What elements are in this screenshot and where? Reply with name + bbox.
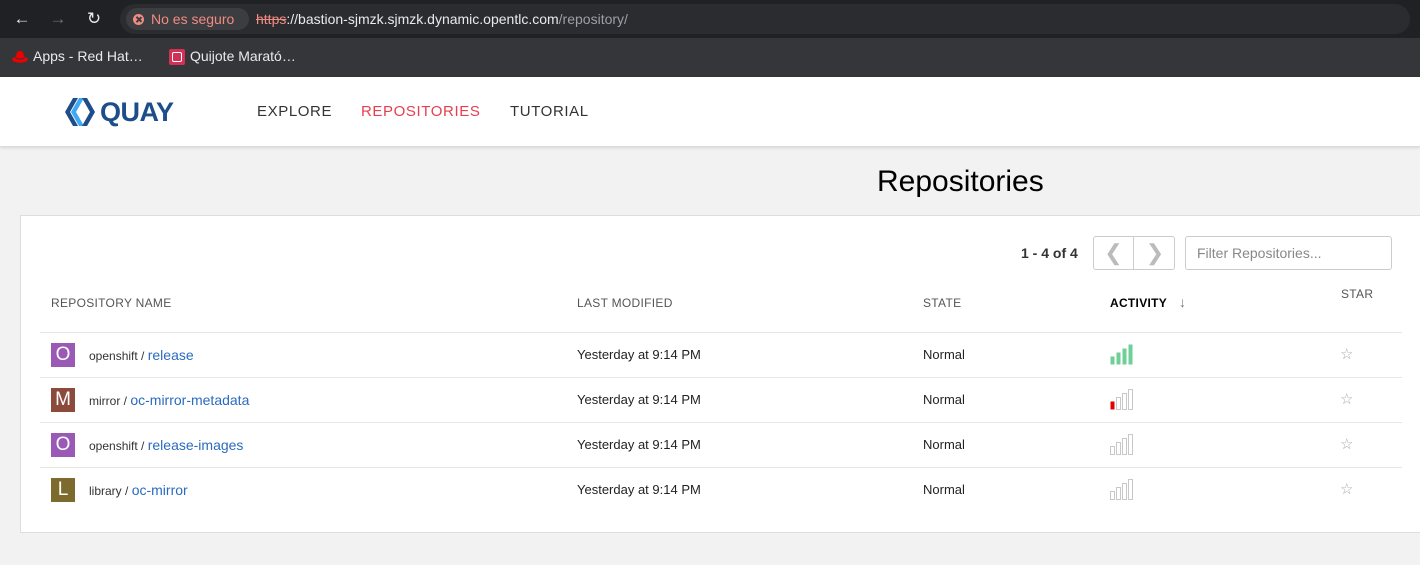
repo-namespace: mirror / oc-mirror-metadata <box>89 392 249 408</box>
divider <box>40 467 1402 468</box>
bookmark-label: Apps - Red Hat… <box>33 48 143 64</box>
sort-desc-icon: ↓ <box>1179 294 1186 310</box>
star-icon[interactable]: ☆ <box>1340 390 1353 408</box>
divider <box>40 377 1402 378</box>
star-icon[interactable]: ☆ <box>1340 345 1353 363</box>
next-page-button[interactable]: ❯ <box>1135 237 1175 269</box>
activity-bar <box>1128 434 1133 455</box>
activity-bar <box>1110 491 1115 500</box>
activity-bar <box>1116 397 1121 410</box>
namespace-label: mirror / <box>89 394 131 408</box>
activity-bar <box>1116 487 1121 500</box>
divider <box>40 332 1402 333</box>
col-repository-name[interactable]: REPOSITORY NAME <box>51 296 172 310</box>
repo-link[interactable]: release <box>148 347 194 363</box>
bookmark-redhat[interactable]: Apps - Red Hat… <box>12 47 152 67</box>
url-host: ://bastion-sjmzk.sjmzk.dynamic.opentlc.c… <box>286 11 559 27</box>
last-modified: Yesterday at 9:14 PM <box>577 437 701 452</box>
back-icon[interactable]: ← <box>10 8 34 30</box>
bookmark-quijote[interactable]: Quijote Marató… <box>169 47 309 67</box>
repo-namespace: openshift / release-images <box>89 437 243 453</box>
col-state[interactable]: STATE <box>923 296 961 310</box>
activity-bar <box>1128 389 1133 410</box>
bookmarks-bar: Apps - Red Hat… Quijote Marató… <box>0 38 1420 77</box>
repo-avatar: M <box>51 388 75 412</box>
namespace-label: openshift / <box>89 439 148 453</box>
reload-icon[interactable]: ↻ <box>82 8 106 30</box>
url-scheme: https <box>256 11 287 27</box>
security-chip-label: No es seguro <box>151 11 235 27</box>
repo-state: Normal <box>923 437 965 452</box>
last-modified: Yesterday at 9:14 PM <box>577 392 701 407</box>
col-star[interactable]: STAR <box>1341 287 1373 301</box>
url-text: https://bastion-sjmzk.sjmzk.dynamic.open… <box>256 11 628 27</box>
col-activity[interactable]: ACTIVITY <box>1110 296 1167 310</box>
repo-avatar: L <box>51 478 75 502</box>
activity-bar <box>1116 352 1121 365</box>
redhat-icon <box>12 51 28 63</box>
url-path: /repository/ <box>558 11 628 27</box>
quijote-icon <box>169 49 185 65</box>
col-last-modified[interactable]: LAST MODIFIED <box>577 296 673 310</box>
last-modified: Yesterday at 9:14 PM <box>577 347 701 362</box>
activity-graph <box>1110 389 1133 410</box>
not-secure-icon <box>133 14 144 25</box>
repo-namespace: openshift / release <box>89 347 194 363</box>
activity-bar <box>1110 356 1115 365</box>
activity-bar <box>1128 479 1133 500</box>
app-header: QUAY EXPLORE REPOSITORIES TUTORIAL <box>0 77 1420 147</box>
repo-avatar: O <box>51 433 75 457</box>
activity-graph <box>1110 344 1133 365</box>
repo-link[interactable]: release-images <box>148 437 244 453</box>
activity-bar <box>1110 446 1115 455</box>
filter-repositories-input[interactable] <box>1185 236 1392 270</box>
nav-repositories[interactable]: REPOSITORIES <box>361 103 480 120</box>
namespace-label: library / <box>89 484 132 498</box>
quay-logo-icon <box>65 98 95 126</box>
activity-bar <box>1122 483 1127 500</box>
activity-bar <box>1116 442 1121 455</box>
nav-explore[interactable]: EXPLORE <box>257 103 332 120</box>
pagination: ❮ ❯ <box>1093 236 1175 270</box>
activity-bar <box>1122 438 1127 455</box>
bookmark-label: Quijote Marató… <box>190 48 296 64</box>
activity-graph <box>1110 434 1133 455</box>
repo-state: Normal <box>923 482 965 497</box>
address-bar[interactable]: No es seguro https://bastion-sjmzk.sjmzk… <box>120 4 1410 34</box>
repo-namespace: library / oc-mirror <box>89 482 188 498</box>
activity-bar <box>1128 344 1133 365</box>
activity-bar <box>1122 393 1127 410</box>
star-icon[interactable]: ☆ <box>1340 435 1353 453</box>
security-chip[interactable]: No es seguro <box>126 8 249 30</box>
repo-avatar: O <box>51 343 75 367</box>
star-icon[interactable]: ☆ <box>1340 480 1353 498</box>
activity-bar <box>1122 348 1127 365</box>
activity-bar <box>1110 401 1115 410</box>
repo-state: Normal <box>923 392 965 407</box>
browser-toolbar: ← → ↻ No es seguro https://bastion-sjmzk… <box>0 0 1420 38</box>
activity-graph <box>1110 479 1133 500</box>
repo-link[interactable]: oc-mirror-metadata <box>130 392 249 408</box>
forward-icon[interactable]: → <box>46 8 70 30</box>
nav-tutorial[interactable]: TUTORIAL <box>510 103 589 120</box>
page-title: Repositories <box>877 165 1044 198</box>
prev-page-button[interactable]: ❮ <box>1094 237 1134 269</box>
namespace-label: openshift / <box>89 349 148 363</box>
divider <box>40 422 1402 423</box>
last-modified: Yesterday at 9:14 PM <box>577 482 701 497</box>
quay-logo-text: QUAY <box>100 97 174 127</box>
repo-state: Normal <box>923 347 965 362</box>
result-count: 1 - 4 of 4 <box>1021 245 1078 261</box>
repo-link[interactable]: oc-mirror <box>132 482 188 498</box>
